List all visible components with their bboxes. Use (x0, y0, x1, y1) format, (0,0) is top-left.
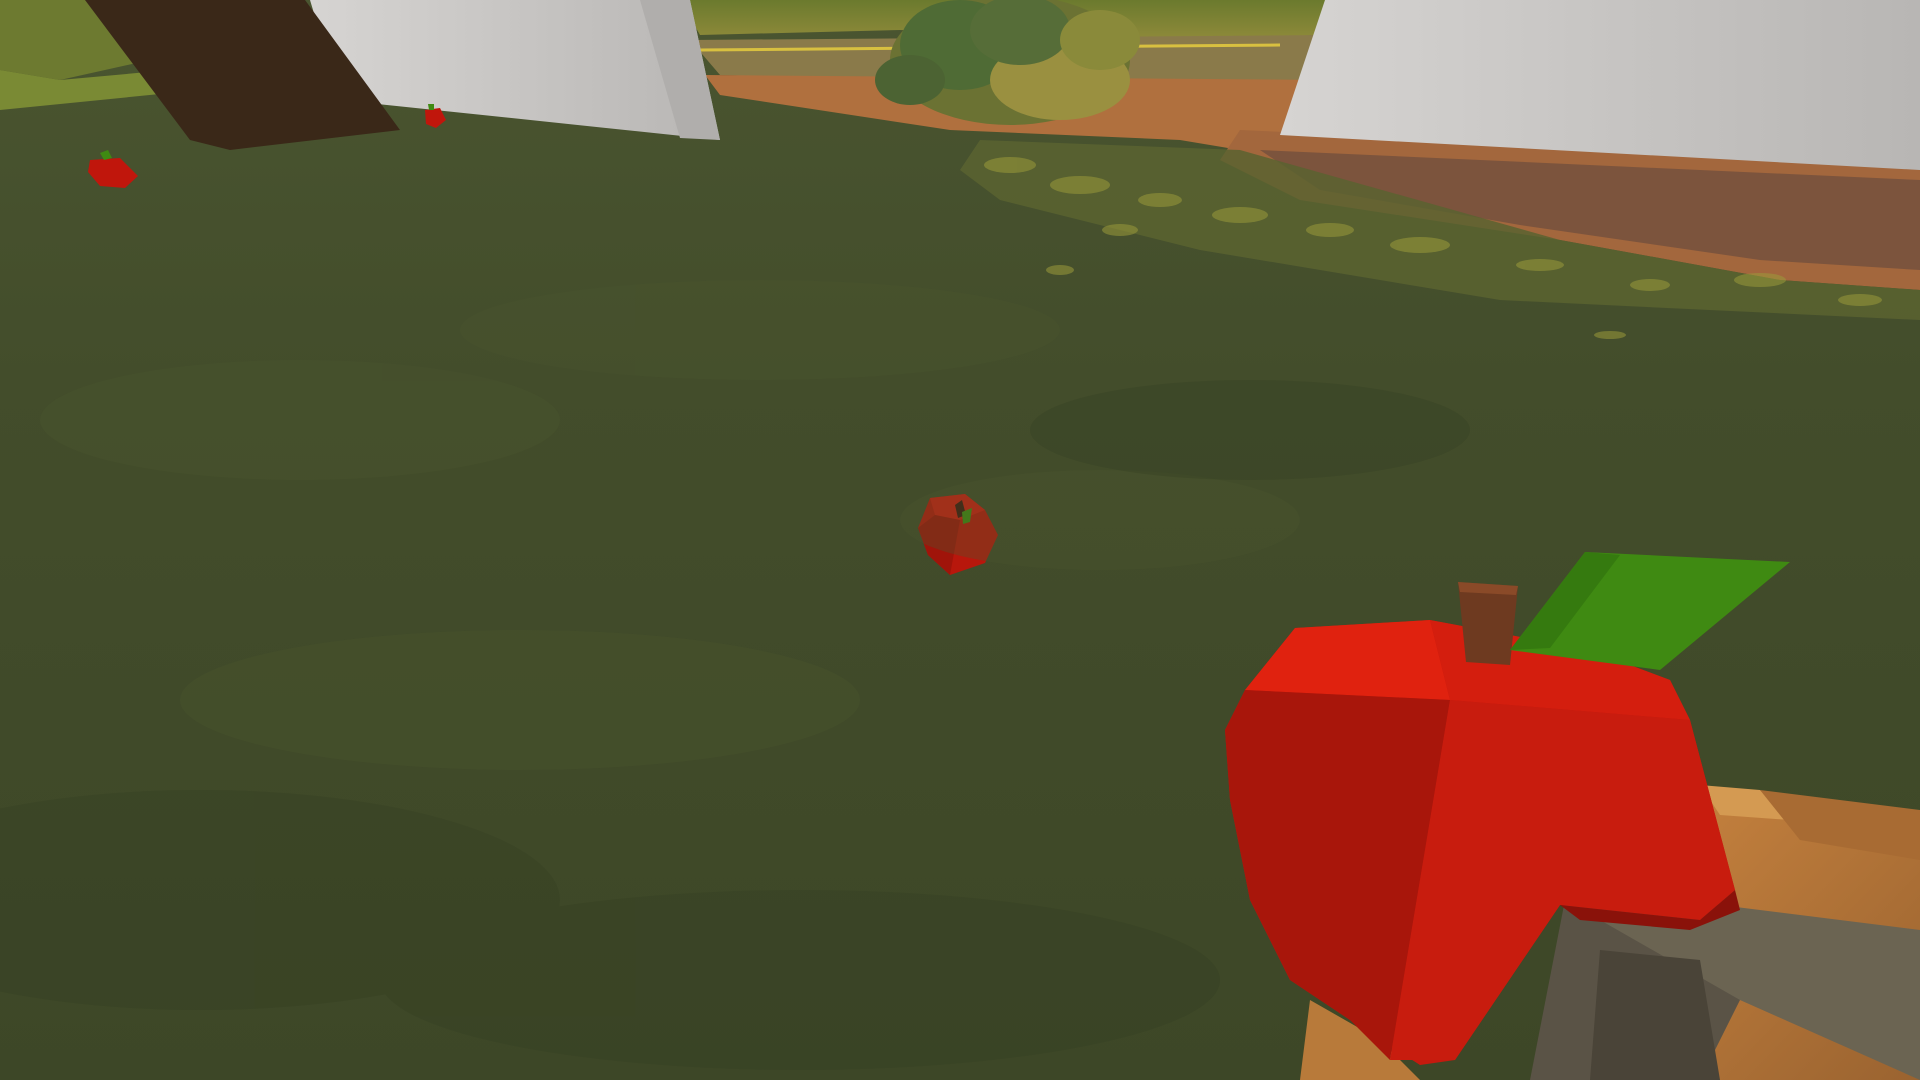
game-viewport[interactable] (0, 0, 1920, 1080)
game-world[interactable] (0, 0, 1920, 1080)
